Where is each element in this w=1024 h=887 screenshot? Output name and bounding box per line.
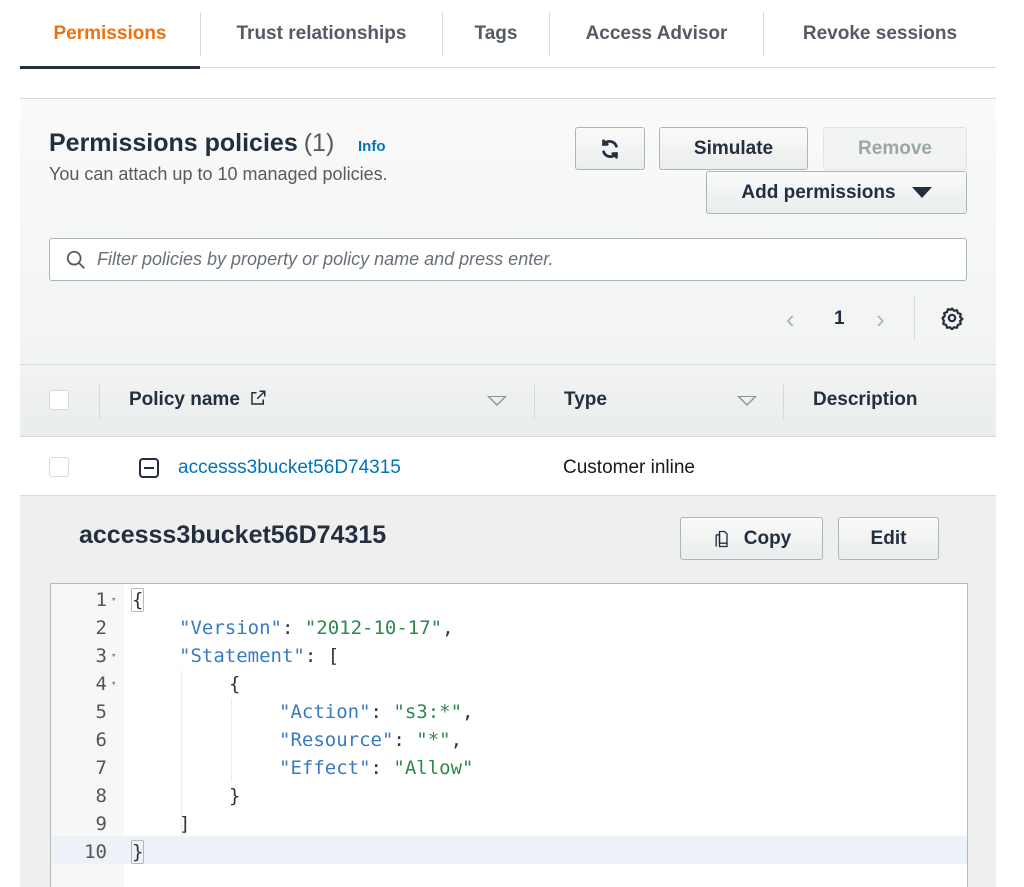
column-divider	[534, 383, 535, 419]
remove-button[interactable]: Remove	[823, 127, 967, 170]
json-value: "Allow"	[393, 757, 474, 779]
line-number: 9	[95, 813, 107, 835]
code-line: ]	[179, 810, 190, 838]
row-checkbox[interactable]	[49, 457, 69, 477]
code-line: }	[131, 838, 145, 866]
tab-permissions[interactable]: Permissions	[20, 0, 200, 69]
caret-down-icon	[911, 187, 932, 198]
code-line: }	[229, 782, 240, 810]
add-permissions-label: Add permissions	[741, 181, 896, 203]
active-line-highlight	[51, 836, 967, 864]
column-label: Policy name	[129, 389, 240, 410]
policy-detail-title: accesss3bucket56D74315	[79, 521, 387, 549]
sort-type-icon[interactable]	[737, 396, 757, 406]
json-key: "Action"	[279, 701, 371, 723]
json-value: "*"	[416, 729, 451, 751]
json-key: "Effect"	[279, 757, 371, 779]
column-divider	[99, 383, 100, 419]
table-row: accesss3bucket56D74315 Customer inline	[20, 437, 996, 496]
tab-revoke-sessions[interactable]: Revoke sessions	[764, 0, 996, 67]
policy-detail-panel: accesss3bucket56D74315 Copy Edit 1 ▾ 2 3…	[20, 496, 996, 887]
edit-button[interactable]: Edit	[838, 517, 939, 560]
line-number: 5	[95, 701, 107, 723]
collapse-icon[interactable]	[139, 458, 159, 478]
permissions-policies-panel: Permissions policies (1) Info You can att…	[20, 99, 996, 364]
search-input[interactable]	[97, 249, 937, 270]
brace-token: }	[131, 840, 145, 864]
gear-icon[interactable]	[940, 306, 964, 330]
column-header-type[interactable]: Type	[564, 389, 607, 411]
panel-title: Permissions policies (1)	[49, 129, 334, 158]
copy-label: Copy	[743, 527, 792, 549]
refresh-icon	[602, 138, 618, 159]
column-divider	[783, 383, 784, 419]
add-permissions-button[interactable]: Add permissions	[706, 171, 967, 214]
fold-arrow-icon[interactable]: ▾	[111, 670, 116, 698]
code-line: "Action": "s3:*",	[279, 701, 474, 723]
fold-arrow-icon[interactable]: ▾	[111, 586, 116, 614]
select-all-checkbox[interactable]	[49, 390, 69, 410]
bracket-token: ]	[179, 813, 191, 835]
refresh-button[interactable]	[575, 127, 645, 170]
policy-json-editor[interactable]: 1 ▾ 2 3 ▾ 4 ▾ 5 6 7 8 9 10 { "Version": …	[50, 583, 968, 887]
panel-title-text: Permissions policies	[49, 129, 298, 157]
policy-type: Customer inline	[563, 457, 695, 478]
json-key: "Resource"	[279, 729, 394, 751]
line-number: 6	[95, 729, 107, 751]
code-line: "Version": "2012-10-17",	[179, 617, 454, 639]
indent-guide	[231, 698, 232, 782]
code-line: "Statement": [	[179, 645, 340, 667]
line-number: 2	[95, 617, 107, 639]
tab-access-advisor[interactable]: Access Advisor	[550, 0, 763, 67]
tab-trust-relationships[interactable]: Trust relationships	[201, 0, 442, 67]
json-key: "Version"	[179, 617, 282, 639]
info-link[interactable]: Info	[358, 138, 386, 155]
next-page-button[interactable]: ›	[876, 299, 885, 339]
line-number: 10	[84, 841, 107, 863]
search-icon	[66, 250, 85, 269]
line-number: 8	[95, 785, 107, 807]
line-number: 3	[95, 645, 107, 667]
external-link-icon	[251, 390, 266, 405]
column-header-description[interactable]: Description	[813, 389, 918, 411]
brace-token: {	[131, 588, 145, 612]
brace-token: {	[229, 673, 241, 695]
column-header-policy-name[interactable]: Policy name	[129, 389, 267, 411]
line-number: 7	[95, 757, 107, 779]
copy-icon	[715, 530, 728, 547]
pager-divider	[914, 295, 915, 341]
line-number: 4	[95, 673, 107, 695]
fold-arrow-icon[interactable]: ▾	[111, 642, 116, 670]
code-line: {	[229, 670, 240, 698]
previous-page-button[interactable]: ‹	[786, 299, 795, 339]
simulate-button[interactable]: Simulate	[659, 127, 808, 170]
bracket-token: [	[327, 645, 340, 667]
tab-tags[interactable]: Tags	[443, 0, 549, 67]
json-value: "2012-10-17"	[304, 617, 443, 639]
json-key: "Statement"	[179, 645, 305, 667]
filter-policies-search[interactable]	[49, 238, 967, 281]
line-number: 1	[95, 589, 107, 611]
code-line: "Effect": "Allow"	[279, 757, 474, 779]
json-value: "s3:*"	[393, 701, 463, 723]
brace-token: }	[229, 785, 241, 807]
code-line: {	[131, 586, 145, 614]
policy-name-link[interactable]: accesss3bucket56D74315	[178, 457, 401, 479]
table-header: Policy name Type Description	[20, 364, 996, 437]
current-page-number[interactable]: 1	[834, 299, 845, 339]
code-line: "Resource": "*",	[279, 729, 463, 751]
copy-button[interactable]: Copy	[680, 517, 823, 560]
panel-subtitle: You can attach up to 10 managed policies…	[49, 164, 388, 184]
tab-bar: Permissions Trust relationships Tags Acc…	[20, 0, 996, 69]
sort-policy-name-icon[interactable]	[487, 396, 507, 406]
policy-count: (1)	[303, 129, 335, 157]
